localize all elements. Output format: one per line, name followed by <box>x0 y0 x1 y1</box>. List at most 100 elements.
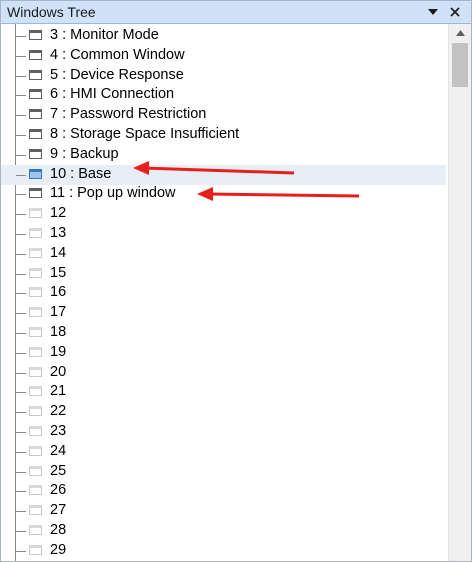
tree-branch-line <box>16 293 26 295</box>
tree-item[interactable]: 16 <box>1 283 446 303</box>
scroll-up-arrow-icon[interactable] <box>449 24 471 42</box>
tree-item[interactable]: 10 : Base <box>1 164 446 185</box>
tree-branch-line <box>16 135 26 136</box>
tree-branch-line <box>16 75 26 77</box>
tree-branch-line <box>16 451 26 453</box>
tree-item[interactable]: 7 : Password Restriction <box>1 105 446 125</box>
tree-item-label: 29 <box>50 541 67 558</box>
window-icon <box>29 445 42 456</box>
window-icon <box>29 109 42 120</box>
tree-item-label: 10 : Base <box>50 165 112 182</box>
tree-branch-line <box>16 115 26 117</box>
tree-branch-line <box>16 352 26 354</box>
tree-item[interactable]: 5 : Device Response <box>1 66 446 86</box>
tree-item-label: 8 : Storage Space Insufficient <box>50 126 240 142</box>
tree-item[interactable]: 12 <box>1 204 446 224</box>
tree-item[interactable]: 26 <box>1 481 446 501</box>
tree-item[interactable]: 18 <box>1 323 446 343</box>
tree-item-label: 7 : Password Restriction <box>50 106 207 123</box>
tree-item-label: 13 <box>50 225 67 241</box>
tree-item-label: 20 <box>50 363 67 380</box>
tree-item[interactable]: 20 <box>1 363 446 383</box>
window-icon <box>29 544 42 555</box>
tree-item[interactable]: 22 <box>1 402 446 422</box>
tree-branch-line <box>16 550 26 552</box>
tree-item-label: 28 <box>50 522 67 538</box>
tree-branch-line <box>16 273 26 275</box>
tree-branch-line <box>16 313 26 315</box>
tree-item-label: 14 <box>50 244 67 261</box>
tree-item-label: 16 <box>50 284 67 301</box>
tree-item[interactable]: 14 <box>1 244 446 264</box>
tree-item[interactable]: 25 <box>1 462 446 482</box>
tree-branch-line <box>16 194 26 196</box>
tree-branch-line <box>16 511 26 513</box>
tree-item[interactable]: 6 : HMI Connection <box>1 85 446 105</box>
tree-item-label: 12 <box>50 205 67 222</box>
tree-item[interactable]: 23 <box>1 422 446 442</box>
window-icon <box>29 267 42 278</box>
window-icon <box>29 307 42 318</box>
tree-branch-line <box>16 372 26 374</box>
window-icon <box>29 366 42 377</box>
tree-item[interactable]: 9 : Backup <box>1 145 446 165</box>
tree-item[interactable]: 29 <box>1 541 446 561</box>
window-icon <box>29 30 42 40</box>
tree-item[interactable]: 3 : Monitor Mode <box>1 26 446 46</box>
tree-branch-line <box>16 55 26 57</box>
panel-titlebar: Windows Tree <box>1 1 471 24</box>
tree-item[interactable]: 21 <box>1 382 446 402</box>
tree-item-label: 24 <box>50 442 67 459</box>
tree-item-label: 9 : Backup <box>50 145 119 162</box>
tree-item-label: 23 <box>50 423 67 439</box>
tree-item[interactable]: 8 : Storage Space Insufficient <box>1 125 446 145</box>
scroll-thumb[interactable] <box>452 43 468 87</box>
tree-branch-line <box>16 432 26 433</box>
window-icon <box>29 168 42 179</box>
window-icon <box>29 485 42 496</box>
tree-item-label: 6 : HMI Connection <box>50 86 175 103</box>
tree-branch-line <box>16 95 26 97</box>
window-icon <box>29 287 42 298</box>
tree-item[interactable]: 15 <box>1 264 446 284</box>
tree-item-label: 17 <box>50 304 67 321</box>
tree-item[interactable]: 27 <box>1 501 446 521</box>
window-icon <box>29 386 42 397</box>
window-icon <box>29 525 42 535</box>
tree-item-label: 25 <box>50 462 67 479</box>
window-icon <box>29 247 42 258</box>
tree-item-label: 3 : Monitor Mode <box>50 27 159 43</box>
tree-item-label: 22 <box>50 403 67 420</box>
tree-branch-line <box>16 333 26 334</box>
window-icon <box>29 69 42 80</box>
tree-branch-line <box>16 174 26 176</box>
tree-item[interactable]: 19 <box>1 343 446 363</box>
tree-item[interactable]: 4 : Common Window <box>1 46 446 66</box>
tree-branch-line <box>16 234 26 235</box>
close-icon[interactable] <box>445 2 465 22</box>
window-icon <box>29 426 42 436</box>
tree-item-label: 15 <box>50 264 67 281</box>
window-icon <box>29 188 42 199</box>
window-icon <box>29 327 42 337</box>
dropdown-triangle-icon[interactable] <box>423 2 443 22</box>
tree-item-label: 19 <box>50 343 67 360</box>
tree-item-label: 21 <box>50 383 67 400</box>
tree-item[interactable]: 24 <box>1 442 446 462</box>
tree-branch-line <box>16 491 26 493</box>
tree-item[interactable]: 28 <box>1 521 446 541</box>
window-icon <box>29 346 42 357</box>
tree-item-label: 4 : Common Window <box>50 46 185 63</box>
tree-branch-line <box>16 214 26 216</box>
window-icon <box>29 208 42 219</box>
tree-item[interactable]: 11 : Pop up window <box>1 184 446 204</box>
tree-item-label: 5 : Device Response <box>50 66 184 83</box>
tree-item-label: 11 : Pop up window <box>50 185 176 202</box>
window-icon <box>29 228 42 238</box>
tree-item-label: 18 <box>50 324 67 340</box>
tree-item-label: 26 <box>50 482 67 499</box>
tree-branch-line <box>16 392 26 394</box>
tree-item[interactable]: 17 <box>1 303 446 323</box>
vertical-scrollbar[interactable] <box>448 24 471 561</box>
tree-item[interactable]: 13 <box>1 224 446 244</box>
